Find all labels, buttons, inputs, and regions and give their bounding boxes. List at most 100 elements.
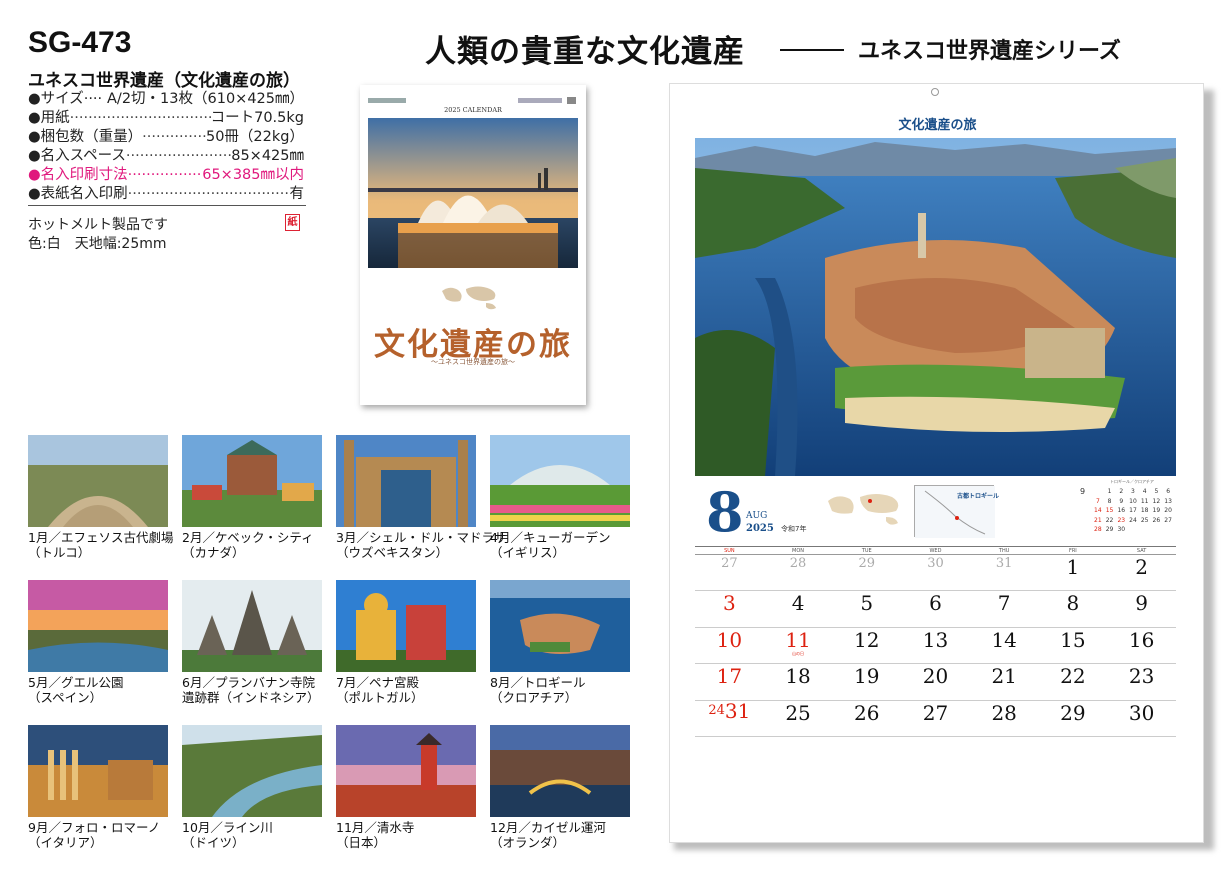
weekday-header: TUE bbox=[832, 546, 902, 555]
thumb-photo-pena bbox=[336, 580, 476, 672]
mini-day bbox=[1092, 487, 1104, 497]
spec-label: ●梱包数（重量） bbox=[28, 129, 143, 145]
mini-day: 21 bbox=[1094, 516, 1102, 524]
day-cell: 16 bbox=[1107, 627, 1176, 665]
spec-cover-print: ●表紙名入印刷 有 bbox=[28, 185, 304, 204]
month-grid: SUN MON TUE WED THU FRI SAT 27 28 29 30 31 1 2 3 4 5 6 7 8… bbox=[695, 546, 1176, 737]
day-cell: 13 bbox=[901, 627, 970, 665]
caption-title: 2月／ケベック・シティ bbox=[182, 530, 314, 545]
day-cell: 17 bbox=[695, 663, 764, 701]
month-reiwa: 令和7年 bbox=[781, 525, 807, 533]
thumb-photo-forum bbox=[28, 725, 168, 817]
day-cell: 18 bbox=[763, 663, 833, 701]
mini-day: 12 bbox=[1152, 497, 1161, 505]
day-cell: 27 bbox=[901, 700, 970, 737]
spec-value: 50冊（22kg） bbox=[205, 129, 304, 145]
day-number: 17 bbox=[716, 664, 743, 689]
cover-subtitle: 〜ユネスコ世界遺産の旅〜 bbox=[431, 358, 515, 366]
leader-dots bbox=[70, 109, 211, 128]
thumb-month-9: 9月／フォロ・ロマーノ （イタリア） bbox=[28, 725, 168, 850]
caption-title: 1月／エフェソス古代劇場 bbox=[28, 530, 174, 545]
day-cell: 10 bbox=[695, 627, 764, 665]
mini-day: 18 bbox=[1140, 507, 1149, 515]
thumb-month-10: 10月／ライン川 （ドイツ） bbox=[182, 725, 322, 850]
mini-day: 4 bbox=[1142, 488, 1147, 496]
day-number: 12 bbox=[854, 627, 880, 652]
caption-title: 11月／清水寺 bbox=[336, 820, 415, 835]
series-title: ユネスコ世界遺産シリーズ bbox=[858, 39, 1121, 64]
day-number: 28 bbox=[991, 700, 1017, 725]
title-rule bbox=[780, 49, 844, 51]
spec-value: A/2切・13枚（610×425㎜） bbox=[107, 91, 304, 107]
day-cell: 22 bbox=[1038, 663, 1108, 701]
caption-country: （イタリア） bbox=[28, 835, 103, 850]
thumb-photo-quebec bbox=[182, 435, 322, 527]
mini-day: 20 bbox=[1164, 507, 1172, 515]
day-number: 4 bbox=[791, 591, 805, 616]
day-cell: 29 bbox=[1038, 700, 1108, 737]
spec-name-space: ●名入スペース 85×425㎜ bbox=[28, 147, 304, 166]
day-number: 26 bbox=[854, 700, 880, 725]
caption-country: （イギリス） bbox=[490, 545, 566, 560]
spec-list: ●サイズ···· A/2切・13枚（610×425㎜） ●用紙 コート70.5k… bbox=[28, 90, 304, 204]
mini-day: 2 bbox=[1119, 488, 1124, 496]
caption-title: 10月／ライン川 bbox=[182, 820, 273, 835]
day-cell: 20 bbox=[901, 663, 970, 701]
mini-day: 16 bbox=[1117, 507, 1126, 515]
spec-size: ●サイズ···· A/2切・13枚（610×425㎜） bbox=[28, 90, 304, 109]
thumb-photo-trogir bbox=[490, 580, 630, 672]
weekday-header: SAT bbox=[1107, 546, 1176, 555]
month-year: 2025 bbox=[746, 523, 774, 534]
caption-country: （ドイツ） bbox=[182, 835, 245, 850]
caption-title: 4月／キューガーデン bbox=[490, 530, 611, 545]
spec-print-size: ●名入印刷寸法 65×385㎜以内 bbox=[28, 166, 304, 185]
mini-day: 10 bbox=[1129, 497, 1137, 505]
thumb-photo-kiyomizu bbox=[336, 725, 476, 817]
day-number: 6 bbox=[929, 591, 942, 616]
thumb-month-2: 2月／ケベック・シティ （カナダ） bbox=[182, 435, 322, 560]
photo-credit: トロギール／クロアチア bbox=[1110, 479, 1154, 484]
calendar-title: 文化遺産の旅 bbox=[898, 118, 977, 133]
caption-title: 6月／プランバナン寺院 bbox=[182, 675, 315, 690]
spec-divider bbox=[28, 205, 306, 206]
hotmelt-note: ホットメルト製品です bbox=[28, 217, 168, 233]
day-number: 1 bbox=[1066, 555, 1080, 579]
day-number: 13 bbox=[922, 627, 949, 652]
thumb-month-8: 8月／トロギール （クロアチア） bbox=[490, 580, 630, 705]
caption-country: 遺跡群（インドネシア） bbox=[182, 690, 320, 705]
thumb-photo-ephesus bbox=[28, 435, 168, 527]
day-cell: 6 bbox=[901, 590, 970, 628]
color-note: 色:白 天地幅:25mm bbox=[28, 236, 167, 252]
day-cell: 28 bbox=[969, 700, 1039, 737]
mini-day: 5 bbox=[1154, 488, 1159, 496]
mini-day: 19 bbox=[1152, 507, 1161, 515]
combined-day-number: 2431 bbox=[695, 701, 764, 723]
cover-year: 2025 CALENDAR bbox=[444, 106, 502, 114]
mini-day: 26 bbox=[1152, 516, 1161, 524]
day-cell: 8 bbox=[1038, 590, 1108, 628]
caption-title: 5月／グエル公園 bbox=[28, 675, 124, 690]
day-cell: 21 bbox=[969, 663, 1039, 701]
spec-value: 有 bbox=[289, 186, 305, 202]
thumb-photo-kew bbox=[490, 435, 630, 527]
weekday-header: MON bbox=[763, 546, 833, 555]
day-number: 29 bbox=[858, 556, 876, 571]
caption-country: （トルコ） bbox=[28, 545, 91, 560]
day-cell: 29 bbox=[832, 554, 902, 592]
mini-day: 17 bbox=[1129, 507, 1137, 515]
day-number: 16 bbox=[1128, 627, 1155, 652]
mini-day: 30 bbox=[1117, 526, 1126, 534]
mini-day: 14 bbox=[1094, 507, 1102, 515]
day-number: 27 bbox=[721, 556, 738, 571]
caption-country: （ポルトガル） bbox=[336, 690, 424, 705]
thumb-month-7: 7月／ペナ宮殿 （ポルトガル） bbox=[336, 580, 476, 705]
mini-day: 27 bbox=[1164, 516, 1172, 524]
mini-day: 1 bbox=[1107, 488, 1112, 496]
day-cell: 23 bbox=[1107, 663, 1176, 701]
paper-badge: 紙 bbox=[285, 214, 300, 231]
day-number: 5 bbox=[860, 591, 874, 616]
mini-day: 22 bbox=[1105, 516, 1114, 524]
thumb-photo-madrasa bbox=[336, 435, 476, 527]
hanging-hole bbox=[931, 88, 939, 96]
main-title: 人類の貴重な文化遺産 bbox=[425, 34, 745, 70]
